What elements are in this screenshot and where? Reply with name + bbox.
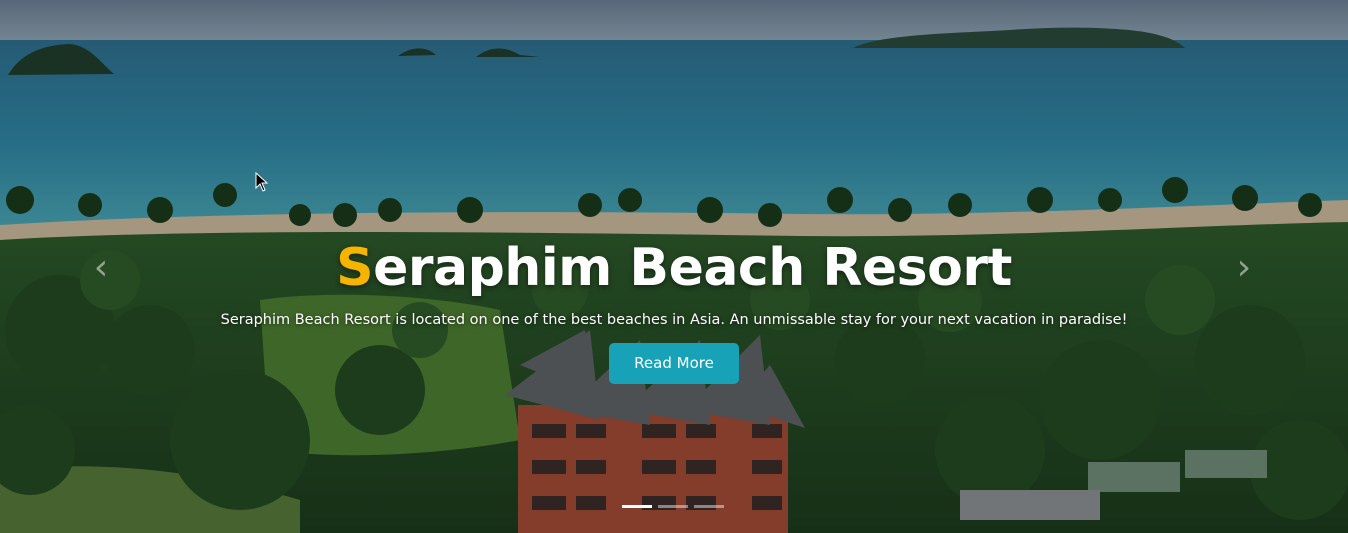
carousel-indicator-1[interactable] [622,505,652,508]
hero-caption: Seraphim Beach Resort Seraphim Beach Res… [0,236,1348,384]
hero-title: Seraphim Beach Resort [0,236,1348,300]
carousel-indicator-2[interactable] [658,505,688,508]
mouse-pointer-icon [255,172,269,192]
carousel-indicators [622,505,724,508]
carousel-indicator-3[interactable] [694,505,724,508]
hero-title-initial: S [336,238,374,298]
read-more-button[interactable]: Read More [609,343,739,384]
hero-subtitle: Seraphim Beach Resort is located on one … [220,312,1128,328]
hero-title-rest: eraphim Beach Resort [373,238,1012,298]
hero-carousel: ‹ › Seraphim Beach Resort Seraphim Beach… [0,0,1348,533]
